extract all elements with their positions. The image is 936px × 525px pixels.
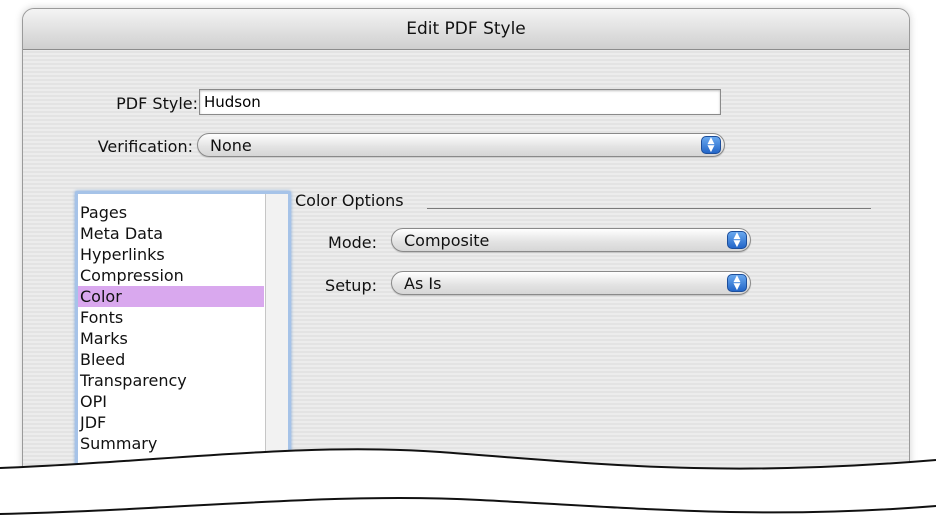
verification-popup[interactable]: None ▲ ▼ xyxy=(197,133,725,157)
category-item[interactable]: Color xyxy=(78,286,264,307)
category-item[interactable]: Transparency xyxy=(78,370,264,391)
category-item[interactable]: Bleed xyxy=(78,349,264,370)
setup-label: Setup: xyxy=(325,276,377,295)
popup-arrows-icon: ▲ ▼ xyxy=(727,231,747,249)
category-item[interactable]: Hyperlinks xyxy=(78,244,264,265)
category-list-items: Pages Meta Data Hyperlinks Compression Color… xyxy=(78,202,264,454)
popup-arrows-icon: ▲ ▼ xyxy=(727,274,747,292)
category-item[interactable]: Meta Data xyxy=(78,223,264,244)
category-item[interactable]: OPI xyxy=(78,391,264,412)
torn-edge-graphic xyxy=(0,448,936,525)
edit-pdf-style-dialog: Edit PDF Style PDF Style: Verification: … xyxy=(22,8,910,480)
category-item[interactable]: Compression xyxy=(78,265,264,286)
category-item[interactable]: Marks xyxy=(78,328,264,349)
category-list[interactable]: Pages Meta Data Hyperlinks Compression Color… xyxy=(75,191,291,479)
category-item[interactable]: Fonts xyxy=(78,307,264,328)
verification-label: Verification: xyxy=(97,137,193,156)
verification-value: None xyxy=(210,136,252,155)
mode-label: Mode: xyxy=(328,233,377,252)
mode-value: Composite xyxy=(404,231,490,250)
pdf-style-field[interactable] xyxy=(199,89,721,115)
category-item[interactable]: JDF xyxy=(78,412,264,433)
category-item[interactable]: Pages xyxy=(78,202,264,223)
title-bar[interactable]: Edit PDF Style xyxy=(23,9,909,50)
pdf-style-label: PDF Style: xyxy=(116,94,198,113)
group-divider xyxy=(427,208,871,209)
mode-popup[interactable]: Composite ▲ ▼ xyxy=(391,228,751,252)
color-options-group-title: Color Options xyxy=(295,191,404,210)
dialog-title: Edit PDF Style xyxy=(406,19,526,39)
setup-value: As Is xyxy=(404,274,442,293)
popup-arrows-icon: ▲ ▼ xyxy=(701,136,721,154)
category-list-scrollbar[interactable] xyxy=(265,194,288,479)
setup-popup[interactable]: As Is ▲ ▼ xyxy=(391,271,751,295)
